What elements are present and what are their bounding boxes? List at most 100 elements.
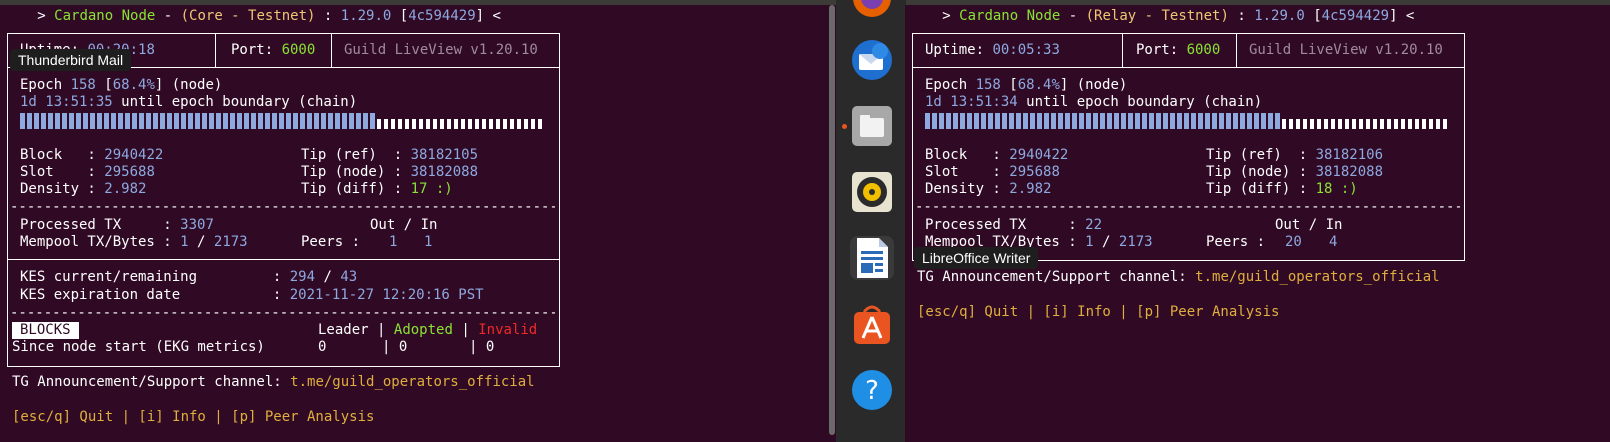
- progress-empty-segment: [468, 119, 472, 129]
- progress-filled-segment: [118, 113, 123, 129]
- progress-filled-segment: [1058, 113, 1063, 129]
- tooltip-thunderbird: Thunderbird Mail: [10, 49, 132, 71]
- rhythmbox-icon[interactable]: [850, 170, 894, 214]
- progress-filled-segment: [1219, 113, 1224, 129]
- progress-empty-segment: [419, 119, 423, 129]
- tg-channel: TG Announcement/Support channel: t.me/gu…: [917, 269, 1440, 285]
- files-icon[interactable]: [850, 104, 894, 148]
- progress-empty-segment: [1310, 119, 1314, 129]
- density: Density : 2.982: [925, 181, 1052, 197]
- key-help: [esc/q] Quit | [i] Info | [p] Peer Analy…: [917, 304, 1280, 320]
- tg-link[interactable]: t.me/guild_operators_official: [290, 374, 534, 390]
- progress-filled-segment: [1023, 113, 1028, 129]
- out-in-header: Out / In: [370, 217, 438, 233]
- progress-empty-segment: [496, 119, 500, 129]
- progress-filled-segment: [20, 113, 25, 129]
- progress-filled-segment: [1016, 113, 1021, 129]
- progress-filled-segment: [1247, 113, 1252, 129]
- progress-empty-segment: [461, 119, 465, 129]
- progress-filled-segment: [1030, 113, 1035, 129]
- progress-empty-segment: [433, 119, 437, 129]
- progress-filled-segment: [1044, 113, 1049, 129]
- epoch-progress-bar: [925, 113, 1448, 129]
- dock: ?: [836, 0, 906, 442]
- progress-filled-segment: [111, 113, 116, 129]
- progress-empty-segment: [384, 119, 388, 129]
- progress-filled-segment: [307, 113, 312, 129]
- key-help: [esc/q] Quit | [i] Info | [p] Peer Analy…: [12, 409, 375, 425]
- progress-filled-segment: [48, 113, 53, 129]
- tip-ref: Tip (ref) : 38182105: [301, 147, 479, 163]
- progress-filled-segment: [34, 113, 39, 129]
- progress-filled-segment: [363, 113, 368, 129]
- progress-filled-segment: [83, 113, 88, 129]
- tip-node: Tip (node) : 38182088: [1206, 164, 1384, 180]
- kes-remaining: KES current/remaining : 294 / 43: [20, 269, 358, 285]
- progress-empty-segment: [391, 119, 395, 129]
- dashed-separator: ----------------------------------------…: [10, 199, 555, 215]
- progress-filled-segment: [995, 113, 1000, 129]
- progress-empty-segment: [510, 119, 514, 129]
- thunderbird-icon[interactable]: [850, 38, 894, 82]
- invalid-count: | 0: [469, 339, 495, 355]
- progress-filled-segment: [181, 113, 186, 129]
- progress-filled-segment: [1205, 113, 1210, 129]
- progress-filled-segment: [1170, 113, 1175, 129]
- firefox-icon[interactable]: [850, 0, 894, 20]
- progress-filled-segment: [55, 113, 60, 129]
- software-store-icon[interactable]: [850, 302, 894, 346]
- title-line: > Cardano Node - (Relay - Testnet) : 1.2…: [917, 8, 1415, 24]
- progress-filled-segment: [1065, 113, 1070, 129]
- since-node-start: Since node start (EKG metrics): [12, 339, 265, 355]
- help-icon[interactable]: ?: [850, 368, 894, 412]
- tg-link[interactable]: t.me/guild_operators_official: [1195, 269, 1439, 285]
- libreoffice-writer-icon[interactable]: [850, 236, 894, 280]
- block: Block : 2940422: [20, 147, 164, 163]
- progress-empty-segment: [489, 119, 493, 129]
- progress-filled-segment: [125, 113, 130, 129]
- epoch-line: Epoch 158 [68.4%] (node): [925, 77, 1128, 93]
- progress-filled-segment: [104, 113, 109, 129]
- tip-ref: Tip (ref) : 38182106: [1206, 147, 1384, 163]
- progress-filled-segment: [223, 113, 228, 129]
- progress-empty-segment: [1303, 119, 1307, 129]
- tooltip-libreoffice-writer: LibreOffice Writer: [914, 247, 1039, 269]
- slot: Slot : 295688: [925, 164, 1060, 180]
- epoch-line: Epoch 158 [68.4%] (node): [20, 77, 223, 93]
- kes-expiration: KES expiration date : 2021-11-27 12:20:1…: [20, 287, 484, 303]
- progress-empty-segment: [1366, 119, 1370, 129]
- progress-empty-segment: [1415, 119, 1419, 129]
- progress-filled-segment: [328, 113, 333, 129]
- progress-filled-segment: [1009, 113, 1014, 129]
- progress-filled-segment: [279, 113, 284, 129]
- progress-filled-segment: [960, 113, 965, 129]
- epoch-progress-bar: [20, 113, 543, 129]
- progress-filled-segment: [370, 113, 375, 129]
- terminal-relay-node[interactable]: > Cardano Node - (Relay - Testnet) : 1.2…: [905, 5, 1610, 442]
- progress-filled-segment: [1191, 113, 1196, 129]
- progress-filled-segment: [1275, 113, 1280, 129]
- peers-label: Peers :: [1206, 234, 1266, 250]
- progress-filled-segment: [1051, 113, 1056, 129]
- running-indicator: [842, 124, 847, 129]
- progress-empty-segment: [377, 119, 381, 129]
- progress-empty-segment: [440, 119, 444, 129]
- progress-empty-segment: [1289, 119, 1293, 129]
- progress-filled-segment: [349, 113, 354, 129]
- peers-out: 20: [1285, 234, 1302, 250]
- progress-filled-segment: [1212, 113, 1217, 129]
- progress-filled-segment: [153, 113, 158, 129]
- progress-filled-segment: [69, 113, 74, 129]
- scrollbar-thumb[interactable]: [829, 5, 835, 435]
- progress-filled-segment: [1128, 113, 1133, 129]
- out-in-header: Out / In: [1275, 217, 1343, 233]
- progress-filled-segment: [300, 113, 305, 129]
- progress-empty-segment: [447, 119, 451, 129]
- progress-filled-segment: [939, 113, 944, 129]
- progress-filled-segment: [1107, 113, 1112, 129]
- progress-empty-segment: [405, 119, 409, 129]
- progress-filled-segment: [209, 113, 214, 129]
- progress-filled-segment: [1233, 113, 1238, 129]
- progress-empty-segment: [1359, 119, 1363, 129]
- progress-filled-segment: [1268, 113, 1273, 129]
